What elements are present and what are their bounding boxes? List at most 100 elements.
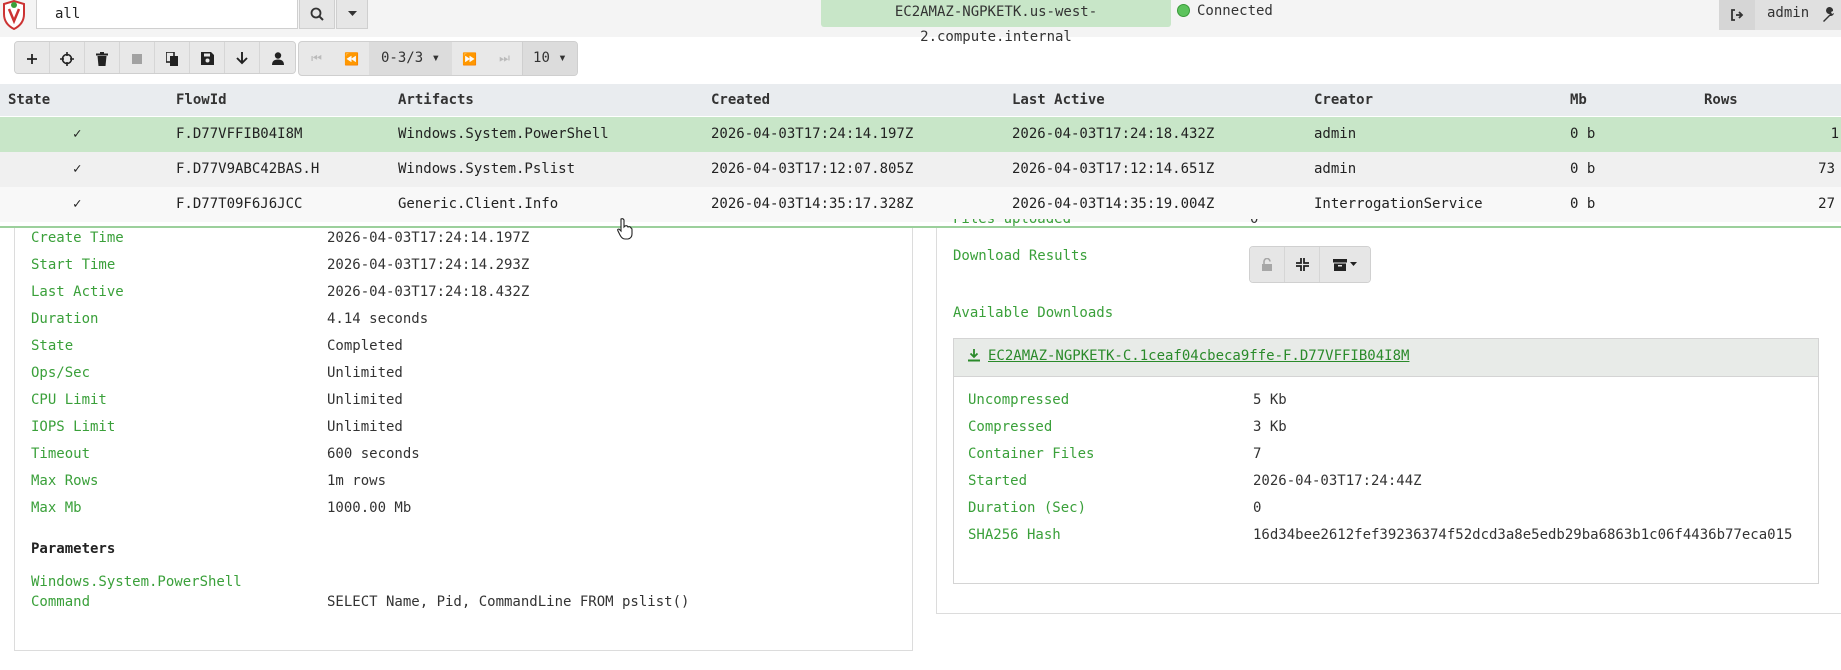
files-uploaded-value: 0 [1250, 219, 1259, 227]
parameter-value: SELECT Name, Pid, CommandLine FROM pslis… [327, 594, 690, 610]
username-label[interactable]: admin [1767, 5, 1809, 21]
download-field-label: Compressed [968, 419, 1053, 435]
velociraptor-logo-icon[interactable] [1, 0, 27, 30]
detail-label: Last Active [31, 284, 124, 300]
download-field-value: 7 [1253, 446, 1262, 462]
page-range-dropdown[interactable]: 0-3/3 ▾ [369, 42, 453, 75]
lock-open-icon [1262, 258, 1272, 271]
download-field-label: Container Files [968, 446, 1095, 462]
next-page-button[interactable]: ⏩ [452, 42, 487, 75]
user-button[interactable] [260, 42, 295, 73]
flow-mb: 0 b [1570, 161, 1596, 177]
detail-label: IOPS Limit [31, 419, 116, 435]
available-downloads-label: Available Downloads [953, 305, 1114, 321]
flows-toolbar [14, 41, 296, 74]
page-size-dropdown[interactable]: 10 ▾ [522, 42, 577, 75]
download-button[interactable] [225, 42, 260, 73]
flow-last-active: 2026-04-03T14:35:19.004Z [1012, 196, 1215, 212]
flow-artifacts: Generic.Client.Info [398, 196, 559, 212]
flow-mb: 0 b [1570, 126, 1596, 142]
flow-row[interactable]: ✓ F.D77V9ABC42BAS.H Windows.System.Pslis… [0, 152, 1841, 187]
download-field-label: Started [968, 473, 1028, 489]
trash-icon [96, 51, 108, 66]
detail-value: 600 seconds [327, 446, 420, 462]
flow-rows-count: 73 [1818, 161, 1835, 177]
download-results-buttons [1249, 246, 1371, 283]
download-icon [968, 349, 980, 366]
parameter-artifact-name: Windows.System.PowerShell [31, 574, 242, 590]
column-header-created[interactable]: Created [711, 84, 770, 116]
column-header-artifacts[interactable]: Artifacts [398, 84, 474, 116]
wrench-icon [1823, 7, 1834, 22]
flow-row[interactable]: ✓ F.D77VFFIB04I8M Windows.System.PowerSh… [0, 117, 1841, 152]
compress-button[interactable] [1285, 247, 1320, 282]
detail-label: CPU Limit [31, 392, 107, 408]
detail-label: Start Time [31, 257, 116, 273]
hunt-button[interactable] [50, 42, 85, 73]
client-hostname-badge[interactable]: EC2AMAZ-NGPKETK.us-west-2.compute.intern… [821, 0, 1171, 45]
archive-dropdown-button[interactable] [1320, 247, 1370, 282]
detail-value: Completed [327, 338, 403, 354]
detail-label: Duration [31, 311, 99, 327]
stop-icon [132, 53, 142, 64]
compress-icon [1295, 258, 1309, 271]
first-page-button[interactable]: ⏮ [299, 42, 334, 75]
mouse-pointer-icon [617, 218, 633, 240]
flow-last-active: 2026-04-03T17:12:14.651Z [1012, 161, 1215, 177]
plus-icon [27, 53, 37, 64]
forward-icon: ⏩ [462, 51, 477, 66]
column-header-mb[interactable]: Mb [1570, 84, 1587, 116]
search-button[interactable] [299, 0, 335, 29]
flows-table-header: State FlowId Artifacts Created Last Acti… [0, 84, 1841, 116]
flow-artifacts: Windows.System.PowerShell [398, 126, 609, 142]
column-header-state[interactable]: State [8, 84, 50, 116]
flow-rows-count: 27 [1818, 196, 1835, 212]
download-card: EC2AMAZ-NGPKETK-C.1ceaf04cbeca9ffe-F.D77… [953, 338, 1819, 584]
download-card-header: EC2AMAZ-NGPKETK-C.1ceaf04cbeca9ffe-F.D77… [954, 339, 1818, 377]
column-header-rows[interactable]: Rows [1704, 84, 1738, 116]
sign-out-icon [1731, 9, 1744, 21]
stop-button[interactable] [120, 42, 155, 73]
search-options-dropdown[interactable] [336, 0, 368, 29]
connected-status-icon [1177, 4, 1190, 17]
download-file-link[interactable]: EC2AMAZ-NGPKETK-C.1ceaf04cbeca9ffe-F.D77… [988, 348, 1409, 364]
fast-backward-icon: ⏮ [311, 51, 322, 65]
files-uploaded-label: Files uploaded [953, 219, 1072, 227]
client-search-input[interactable] [36, 0, 298, 29]
flow-row[interactable]: ✓ F.D77T09F6J6JCC Generic.Client.Info 20… [0, 187, 1841, 222]
detail-label: State [31, 338, 74, 354]
flow-rows-count: 1 [1830, 126, 1839, 142]
detail-label: Max Rows [31, 473, 99, 489]
flow-created: 2026-04-03T14:35:17.328Z [711, 196, 914, 212]
user-icon [271, 52, 284, 65]
flow-creator: InterrogationService [1314, 196, 1483, 212]
arrow-down-icon [236, 52, 248, 65]
caret-down-icon [1350, 262, 1357, 266]
detail-value: 4.14 seconds [327, 311, 429, 327]
lock-download-button[interactable] [1250, 247, 1285, 282]
flow-creator: admin [1314, 126, 1357, 142]
archive-icon [1333, 258, 1347, 271]
backward-icon: ⏪ [344, 51, 359, 66]
column-header-flowid[interactable]: FlowId [176, 84, 227, 116]
download-field-label: Uncompressed [968, 392, 1070, 408]
new-collection-button[interactable] [15, 42, 50, 73]
flow-creator: admin [1314, 161, 1357, 177]
column-header-last-active[interactable]: Last Active [1012, 84, 1105, 116]
pagination: ⏮ ⏪ 0-3/3 ▾ ⏩ ⏭ 10 ▾ [298, 41, 578, 76]
download-field-value: 5 Kb [1253, 392, 1287, 408]
download-results-label: Download Results [953, 248, 1088, 264]
save-button[interactable] [190, 42, 225, 73]
last-page-button[interactable]: ⏭ [487, 42, 522, 75]
prev-page-button[interactable]: ⏪ [334, 42, 369, 75]
copy-button[interactable] [155, 42, 190, 73]
logout-button[interactable] [1719, 0, 1755, 30]
delete-button[interactable] [85, 42, 120, 73]
flow-id: F.D77VFFIB04I8M [176, 126, 303, 142]
column-header-creator[interactable]: Creator [1314, 84, 1373, 116]
download-field-value: 2026-04-03T17:24:44Z [1253, 473, 1422, 489]
settings-button[interactable] [1817, 0, 1841, 30]
detail-label: Timeout [31, 446, 91, 462]
fast-forward-icon: ⏭ [499, 51, 510, 65]
flow-created: 2026-04-03T17:24:14.197Z [711, 126, 914, 142]
